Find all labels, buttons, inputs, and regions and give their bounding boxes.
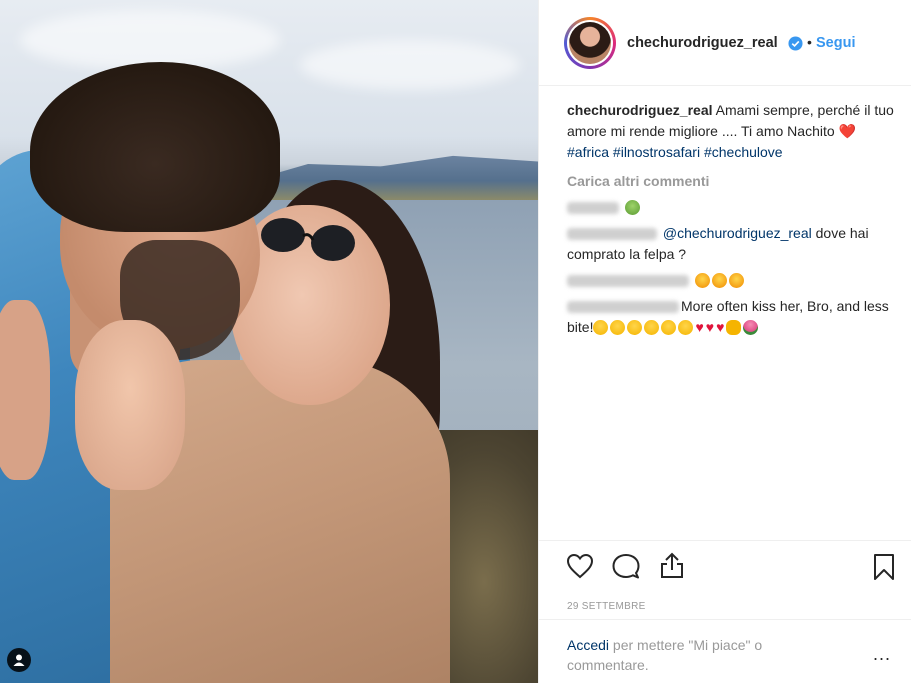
comment-icon[interactable]	[612, 553, 640, 580]
sick-emoji	[624, 200, 640, 215]
man-hand	[0, 300, 50, 480]
bookmark-icon[interactable]	[873, 553, 895, 581]
post-date[interactable]: 29 settembre	[567, 601, 646, 612]
more-options-icon[interactable]: ...	[873, 644, 891, 665]
woman-hand	[75, 320, 185, 490]
separator-dot: •	[807, 34, 812, 50]
red-heart-emoji: ♥	[705, 319, 715, 335]
comment-username[interactable]	[567, 301, 679, 314]
comment-username[interactable]	[567, 202, 619, 215]
post-panel: chechurodriguez_real • Segui chechurodri…	[538, 0, 911, 683]
laughing-emoji	[678, 320, 694, 335]
caption: chechurodriguez_real Amami sempre, perch…	[567, 100, 897, 163]
avatar[interactable]	[564, 17, 616, 69]
comment-2: @chechurodriguez_real dove hai comprato …	[567, 223, 897, 265]
divider	[539, 619, 911, 620]
hashtag-ilnostrosafari[interactable]: #ilnostrosafari	[613, 144, 700, 160]
laughing-emoji	[610, 320, 626, 335]
post-header: chechurodriguez_real • Segui	[539, 0, 911, 86]
heart-eyes-emoji	[694, 273, 710, 288]
comment-3	[567, 270, 897, 291]
heart-eyes-emoji	[728, 273, 744, 288]
hashtag-chechulove[interactable]: #chechulove	[704, 144, 783, 160]
action-bar: 29 settembre Accedi per mettere "Mi piac…	[539, 540, 911, 684]
login-prompt: Accedi per mettere "Mi piace" o commenta…	[567, 635, 817, 675]
sunglasses	[261, 218, 355, 261]
man-hair	[30, 62, 280, 232]
comment-4: More often kiss her, Bro, and less bite!…	[567, 296, 897, 338]
comment-1	[567, 197, 897, 218]
comments-section: chechurodriguez_real Amami sempre, perch…	[567, 100, 897, 338]
red-heart-emoji: ♥	[716, 319, 725, 335]
mention-link[interactable]: @chechurodriguez_real	[663, 225, 812, 241]
heart-emoji: ❤️	[838, 123, 856, 139]
mountains	[250, 155, 538, 200]
heart-icon[interactable]	[566, 553, 594, 579]
laughing-emoji	[644, 320, 660, 335]
share-icon[interactable]	[659, 551, 685, 579]
tulip-emoji	[743, 320, 759, 335]
cloud	[300, 40, 520, 90]
cloud	[20, 10, 280, 70]
heart-eyes-emoji	[711, 273, 727, 288]
laughing-emoji	[627, 320, 643, 335]
follow-button[interactable]: Segui	[816, 35, 855, 51]
login-link[interactable]: Accedi	[567, 637, 609, 653]
laughing-emoji	[593, 320, 609, 335]
username-link[interactable]: chechurodriguez_real	[627, 35, 778, 51]
comment-username[interactable]	[567, 275, 689, 288]
ok-hand-emoji	[726, 320, 742, 335]
red-heart-emoji: ♥	[695, 319, 704, 335]
comment-username[interactable]	[567, 228, 657, 241]
laughing-emoji	[661, 320, 677, 335]
user-tag-icon[interactable]	[7, 648, 31, 672]
hashtag-africa[interactable]: #africa	[567, 144, 609, 160]
caption-username[interactable]: chechurodriguez_real	[567, 102, 713, 118]
verified-icon	[788, 36, 803, 51]
post-photo[interactable]	[0, 0, 538, 683]
load-more-comments[interactable]: Carica altri commenti	[567, 171, 897, 192]
